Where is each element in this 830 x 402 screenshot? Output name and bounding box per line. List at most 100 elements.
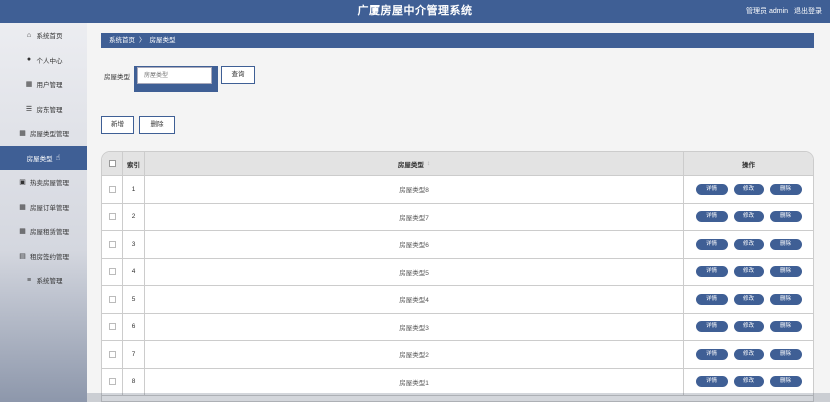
user-icon: ● xyxy=(26,56,32,64)
home-icon: ⌂ xyxy=(26,31,32,39)
detail-button[interactable]: 详情 xyxy=(695,211,728,223)
sidebar-item-10[interactable]: ≡ 系统管理 xyxy=(0,268,87,293)
sliders-icon: ☰ xyxy=(25,105,33,113)
house-type-table: 索引 房屋类型 ↕ 操作 1 房屋类型8 详情 修改 删除 2 房屋类型7 详情 修改 删除 3 房屋类… xyxy=(101,151,814,402)
logout-link[interactable]: 退出登录 xyxy=(794,8,822,15)
detail-button[interactable]: 详情 xyxy=(695,321,728,333)
row-checkbox[interactable] xyxy=(108,323,116,331)
search-input[interactable] xyxy=(137,67,212,84)
top-header: 广厦房屋中介管理系统 管理员 admin 退出登录 xyxy=(0,0,830,23)
header-checkbox-cell xyxy=(102,152,123,175)
grid-icon: ▦ xyxy=(25,81,33,89)
row-type: 房屋类型7 xyxy=(145,203,684,230)
row-type: 房屋类型8 xyxy=(145,176,684,203)
row-index: 6 xyxy=(123,313,145,340)
sidebar-item-label: 个人中心 xyxy=(36,57,63,65)
add-button[interactable]: 新增 xyxy=(101,116,134,134)
select-all-checkbox[interactable] xyxy=(108,160,116,167)
row-index: 2 xyxy=(123,203,145,230)
row-checkbox[interactable] xyxy=(108,268,116,276)
detail-button[interactable]: 详情 xyxy=(695,266,728,278)
doc-icon: ▤ xyxy=(19,252,26,260)
square-icon: ▣ xyxy=(19,179,26,187)
grid-icon: ▦ xyxy=(19,203,26,211)
sidebar-item-label: 热卖房屋管理 xyxy=(30,180,69,188)
table-row: 1 房屋类型8 详情 修改 删除 xyxy=(102,176,813,204)
delete-button[interactable]: 删除 xyxy=(769,266,802,278)
sidebar-item-4[interactable]: ▦ 房屋类型管理 xyxy=(0,121,87,146)
row-checkbox[interactable] xyxy=(108,295,116,303)
row-checkbox-cell xyxy=(102,258,123,285)
sidebar-item-label: 租房签约管理 xyxy=(30,253,69,261)
row-ops: 详情 修改 删除 xyxy=(684,204,813,231)
row-checkbox-cell xyxy=(102,341,123,368)
detail-button[interactable]: 详情 xyxy=(695,238,728,250)
query-button[interactable]: 查询 xyxy=(221,66,255,84)
detail-button[interactable]: 详情 xyxy=(695,293,728,305)
row-checkbox-cell xyxy=(102,203,123,230)
sidebar-item-1[interactable]: ● 个人中心 xyxy=(0,48,87,73)
row-type: 房屋类型4 xyxy=(145,286,684,313)
detail-button[interactable]: 详情 xyxy=(695,376,728,388)
breadcrumb: 系统首页〉房屋类型 xyxy=(101,33,814,48)
sidebar-item-6[interactable]: ▣ 热卖房屋管理 xyxy=(0,170,87,195)
delete-button[interactable]: 删除 xyxy=(769,321,802,333)
sidebar-item-0[interactable]: ⌂ 系统首页 xyxy=(0,23,87,48)
row-checkbox[interactable] xyxy=(108,213,116,221)
table-row: 7 房屋类型2 详情 修改 删除 xyxy=(102,341,813,369)
sidebar-item-label: 房屋类型 xyxy=(26,155,53,163)
sidebar-item-8[interactable]: ▦ 房屋租赁管理 xyxy=(0,219,87,244)
row-checkbox-cell xyxy=(102,286,123,313)
edit-button[interactable]: 修改 xyxy=(733,183,764,195)
row-ops: 详情 修改 删除 xyxy=(684,369,813,396)
edit-button[interactable]: 修改 xyxy=(733,348,764,360)
row-checkbox[interactable] xyxy=(108,240,116,248)
edit-button[interactable]: 修改 xyxy=(733,376,764,388)
row-checkbox[interactable] xyxy=(108,185,116,193)
row-type: 房屋类型5 xyxy=(145,258,684,285)
detail-button[interactable]: 详情 xyxy=(695,183,728,195)
edit-button[interactable]: 修改 xyxy=(733,238,764,250)
edit-button[interactable]: 修改 xyxy=(733,321,764,333)
detail-button[interactable]: 详情 xyxy=(695,348,728,360)
header-type[interactable]: 房屋类型 ↕ xyxy=(145,152,684,175)
table-header: 索引 房屋类型 ↕ 操作 xyxy=(102,152,813,176)
row-checkbox[interactable] xyxy=(108,350,116,358)
sidebar-item-label: 房东管理 xyxy=(36,106,63,114)
table-row: 2 房屋类型7 详情 修改 删除 xyxy=(102,203,813,231)
table-row: 8 房屋类型1 详情 修改 删除 xyxy=(102,368,813,396)
grid-icon: ▦ xyxy=(19,130,26,138)
row-checkbox-cell xyxy=(102,231,123,258)
delete-button[interactable]: 删除 xyxy=(769,376,802,388)
sidebar-item-5[interactable]: 房屋类型 ☝ xyxy=(0,145,87,170)
edit-button[interactable]: 修改 xyxy=(733,211,764,223)
table-row: 4 房屋类型5 详情 修改 删除 xyxy=(102,258,813,286)
header-type-label: 房屋类型 xyxy=(397,161,424,169)
row-index: 3 xyxy=(123,231,145,258)
row-index: 8 xyxy=(123,368,145,395)
sidebar-item-9[interactable]: ▤ 租房签约管理 xyxy=(0,244,87,269)
delete-button[interactable]: 删除 xyxy=(769,293,802,305)
breadcrumb-home[interactable]: 系统首页 xyxy=(109,37,135,44)
delete-button[interactable]: 删除 xyxy=(769,238,802,250)
delete-button[interactable]: 删除 xyxy=(769,183,802,195)
header-index: 索引 xyxy=(123,152,145,175)
pointer-cursor-icon: ☝ xyxy=(55,153,61,163)
sort-icon[interactable]: ↕ xyxy=(427,160,430,167)
edit-button[interactable]: 修改 xyxy=(733,293,764,305)
delete-button[interactable]: 删除 xyxy=(769,211,802,223)
sidebar-item-7[interactable]: ▦ 房屋订单管理 xyxy=(0,195,87,220)
bottom-shade xyxy=(87,393,830,402)
sidebar-item-3[interactable]: ☰ 房东管理 xyxy=(0,97,87,122)
delete-button[interactable]: 删除 xyxy=(769,348,802,360)
search-label: 房屋类型 xyxy=(104,74,130,81)
row-ops: 详情 修改 删除 xyxy=(684,231,813,258)
edit-button[interactable]: 修改 xyxy=(733,266,764,278)
sidebar-item-2[interactable]: ▦ 用户管理 xyxy=(0,72,87,97)
row-checkbox[interactable] xyxy=(108,378,116,386)
row-index: 4 xyxy=(123,258,145,285)
search-input-wrapper xyxy=(134,66,218,92)
batch-delete-button[interactable]: 删除 xyxy=(139,116,175,134)
breadcrumb-current: 房屋类型 xyxy=(149,37,176,44)
row-type: 房屋类型6 xyxy=(145,231,684,258)
